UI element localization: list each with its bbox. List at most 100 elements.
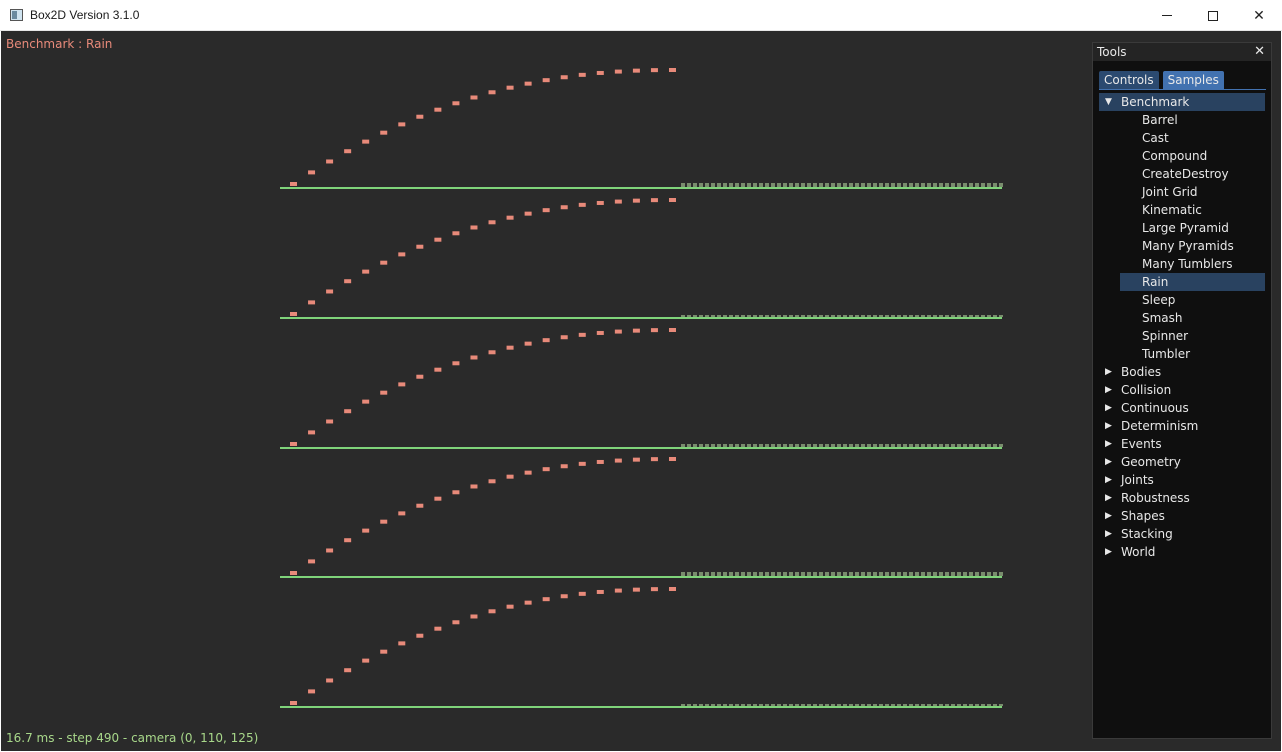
settled-body xyxy=(705,315,709,317)
tree-category-joints[interactable]: ▶ Joints xyxy=(1099,471,1265,489)
tree-item-spinner[interactable]: Spinner xyxy=(1099,327,1265,345)
settled-body xyxy=(849,704,853,706)
settled-body xyxy=(705,444,709,447)
tree-category-label: Determinism xyxy=(1121,419,1199,433)
falling-body xyxy=(650,328,658,333)
settled-body xyxy=(681,444,685,447)
falling-body xyxy=(326,289,334,294)
tree-item-large-pyramid[interactable]: Large Pyramid xyxy=(1099,219,1265,237)
tree-category-geometry[interactable]: ▶ Geometry xyxy=(1099,453,1265,471)
sample-title: Benchmark : Rain xyxy=(6,37,113,51)
tree-category-determinism[interactable]: ▶ Determinism xyxy=(1099,417,1265,435)
settled-body xyxy=(921,444,925,447)
settled-body xyxy=(777,444,781,447)
settled-body xyxy=(783,315,787,317)
settled-body xyxy=(699,444,703,447)
falling-body xyxy=(416,114,424,119)
falling-body xyxy=(344,538,352,543)
settled-body xyxy=(993,444,997,447)
settled-body xyxy=(903,444,907,447)
tree-category-bodies[interactable]: ▶ Bodies xyxy=(1099,363,1265,381)
tree-item-cast[interactable]: Cast xyxy=(1099,129,1265,147)
tree-category-label: Geometry xyxy=(1121,455,1181,469)
falling-body xyxy=(290,442,297,446)
close-button[interactable]: ✕ xyxy=(1236,0,1282,31)
minimize-button[interactable] xyxy=(1144,0,1190,31)
settled-body xyxy=(945,704,949,706)
falling-body xyxy=(578,202,586,207)
settled-body xyxy=(981,183,985,187)
tree-category-robustness[interactable]: ▶ Robustness xyxy=(1099,489,1265,507)
settled-body xyxy=(687,315,691,317)
tree-category-collision[interactable]: ▶ Collision xyxy=(1099,381,1265,399)
settled-body xyxy=(939,572,943,576)
settled-body xyxy=(945,183,949,187)
tree-category-world[interactable]: ▶ World xyxy=(1099,543,1265,561)
tree-category-stacking[interactable]: ▶ Stacking xyxy=(1099,525,1265,543)
simulation-viewport[interactable]: Benchmark : Rain 16.7 ms - step 490 - ca… xyxy=(1,31,1281,751)
tree-item-createdestroy[interactable]: CreateDestroy xyxy=(1099,165,1265,183)
tree-category-shapes[interactable]: ▶ Shapes xyxy=(1099,507,1265,525)
falling-body xyxy=(380,519,388,524)
tools-header[interactable]: Tools ✕ xyxy=(1093,43,1271,61)
settled-body xyxy=(879,183,883,187)
settled-body xyxy=(723,704,727,706)
tree-item-joint-grid[interactable]: Joint Grid xyxy=(1099,183,1265,201)
tools-close-icon[interactable]: ✕ xyxy=(1254,44,1265,59)
tree-item-kinematic[interactable]: Kinematic xyxy=(1099,201,1265,219)
settled-body xyxy=(999,315,1003,317)
tree-item-smash[interactable]: Smash xyxy=(1099,309,1265,327)
falling-body xyxy=(596,70,604,75)
settled-body xyxy=(993,183,997,187)
falling-body xyxy=(578,461,586,466)
falling-body xyxy=(416,244,424,249)
settled-body xyxy=(981,704,985,706)
settled-body xyxy=(747,444,751,447)
falling-body xyxy=(614,329,622,334)
settled-body xyxy=(987,572,991,576)
settled-body xyxy=(957,315,961,317)
settled-body xyxy=(975,183,979,187)
falling-body xyxy=(524,600,532,605)
settled-body xyxy=(861,444,865,447)
falling-body xyxy=(614,69,622,74)
settled-body xyxy=(969,572,973,576)
tree-item-barrel[interactable]: Barrel xyxy=(1099,111,1265,129)
settled-body xyxy=(957,572,961,576)
tree-item-rain[interactable]: Rain xyxy=(1120,273,1265,291)
tree-item-compound[interactable]: Compound xyxy=(1099,147,1265,165)
settled-body xyxy=(987,183,991,187)
falling-body xyxy=(669,587,676,591)
falling-body xyxy=(326,548,334,553)
settled-body xyxy=(921,572,925,576)
falling-body xyxy=(650,587,658,592)
maximize-button[interactable] xyxy=(1190,0,1236,31)
tree-category-events[interactable]: ▶ Events xyxy=(1099,435,1265,453)
tab-samples[interactable]: Samples xyxy=(1162,71,1224,89)
settled-body xyxy=(693,444,697,447)
settled-body xyxy=(783,183,787,187)
settled-body xyxy=(717,704,721,706)
settled-body xyxy=(885,444,889,447)
falling-body xyxy=(650,68,658,73)
settled-body xyxy=(765,444,769,447)
tab-controls[interactable]: Controls xyxy=(1099,71,1159,89)
collapsed-arrow-icon: ▶ xyxy=(1105,367,1112,377)
settled-body xyxy=(711,704,715,706)
falling-body xyxy=(398,122,406,127)
falling-body xyxy=(560,205,568,210)
settled-body xyxy=(789,183,793,187)
tree-item-sleep[interactable]: Sleep xyxy=(1099,291,1265,309)
tree-category-label: Events xyxy=(1121,437,1162,451)
settled-body xyxy=(699,572,703,576)
settled-body xyxy=(885,572,889,576)
tree-category-continuous[interactable]: ▶ Continuous xyxy=(1099,399,1265,417)
settled-body xyxy=(759,704,763,706)
tree-item-many-tumblers[interactable]: Many Tumblers xyxy=(1099,255,1265,273)
tree-item-many-pyramids[interactable]: Many Pyramids xyxy=(1099,237,1265,255)
tree-item-tumbler[interactable]: Tumbler xyxy=(1099,345,1265,363)
settled-body xyxy=(909,444,913,447)
settled-body xyxy=(837,572,841,576)
tree-category-benchmark[interactable]: ▼ Benchmark xyxy=(1099,93,1265,111)
settled-body xyxy=(849,444,853,447)
